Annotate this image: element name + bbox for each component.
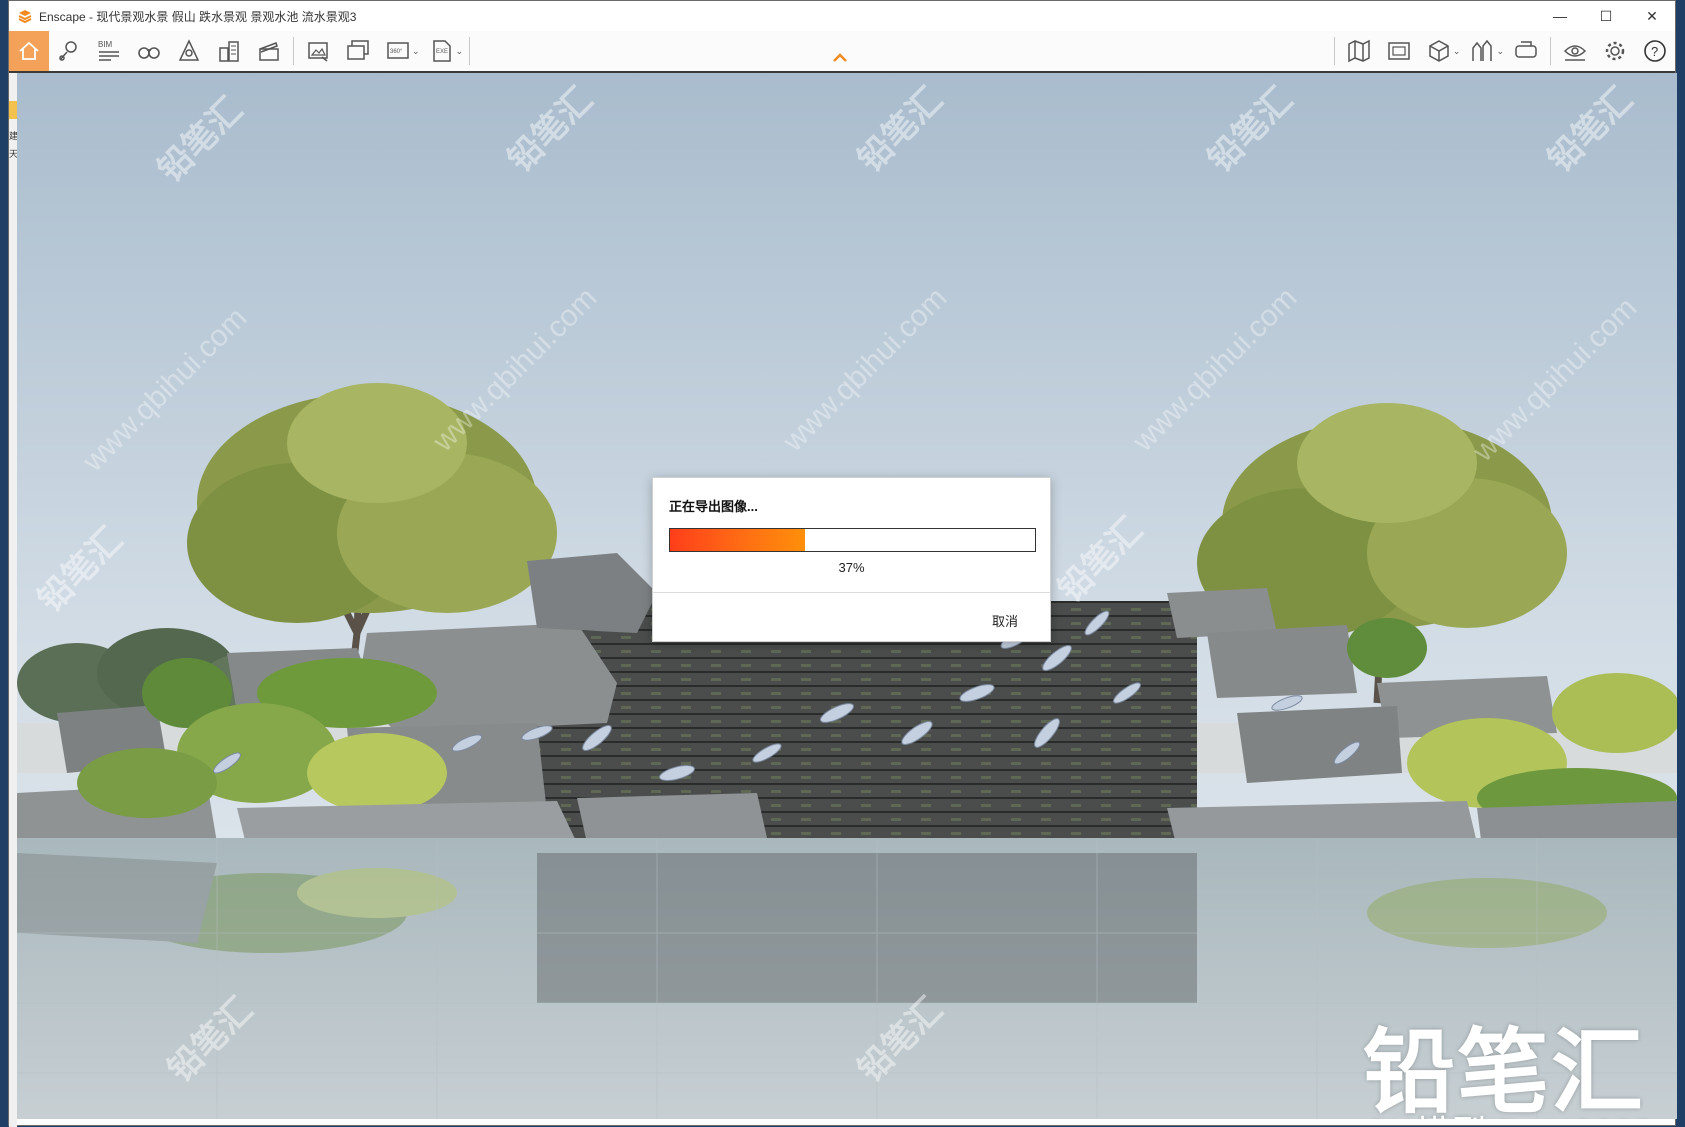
bim-info-icon: BIM (98, 40, 119, 61)
window-controls: — ☐ ✕ (1537, 1, 1675, 31)
help-button[interactable]: ? (1635, 31, 1675, 71)
asset-library-icon (1472, 39, 1493, 61)
asset-library-button[interactable] (1462, 31, 1502, 71)
orthographic-button[interactable] (169, 31, 209, 71)
progress-fill (670, 529, 806, 551)
maximize-button[interactable]: ☐ (1583, 1, 1629, 31)
brand-watermark: 铅笔汇 (1363, 1022, 1646, 1119)
panorama-icon: 360° (387, 42, 409, 59)
minimize-button[interactable]: — (1537, 1, 1583, 31)
compass-icon (178, 39, 200, 61)
export-progress-bar (669, 528, 1036, 552)
toolbar-separator (469, 37, 471, 65)
video-editor-button[interactable] (249, 31, 289, 71)
panorama-button[interactable]: 360° (378, 31, 418, 71)
site-context-button[interactable] (209, 31, 249, 71)
cube-icon (1429, 40, 1449, 62)
export-exe-icon: EXE (432, 40, 451, 62)
walk-mode-button[interactable] (129, 31, 169, 71)
material-editor-button[interactable] (1419, 31, 1459, 71)
side-marker (9, 101, 17, 119)
close-button[interactable]: ✕ (1629, 1, 1675, 31)
exe-label: EXE (436, 49, 448, 55)
settings-button[interactable] (1595, 31, 1635, 71)
buildings-icon (219, 41, 239, 62)
export-exe-button[interactable]: EXE (422, 31, 462, 71)
location-pin-icon (59, 41, 77, 61)
map-icon (1348, 39, 1370, 63)
window-title: Enscape - 现代景观水景 假山 跌水景观 景观水池 流水景观3 (39, 9, 357, 24)
dialog-divider (653, 592, 1050, 593)
clapper-icon (259, 42, 279, 61)
svg-text:?: ? (1651, 44, 1658, 59)
bim-label: BIM (98, 40, 113, 49)
home-icon (19, 41, 39, 60)
visual-settings-button[interactable] (1555, 31, 1595, 71)
vr-button[interactable] (1506, 31, 1546, 71)
batch-render-icon (347, 40, 369, 60)
bim-button[interactable]: BIM (89, 31, 129, 71)
screenshot-icon (308, 42, 328, 62)
help-icon: ? (1644, 40, 1666, 62)
cancel-button[interactable]: 取消 (992, 611, 1018, 630)
collapse-toolbar-chevron-icon[interactable] (832, 51, 848, 63)
views-button[interactable] (49, 31, 89, 71)
enscape-window: Enscape - 现代景观水景 假山 跌水景观 景观水池 流水景观3 — ☐ … (8, 0, 1677, 1127)
export-progress-dialog: 正在导出图像... 37% 取消 (652, 477, 1051, 642)
toolbar-separator (293, 37, 294, 65)
panorama-label: 360° (390, 49, 403, 55)
gallery-button[interactable] (1379, 31, 1419, 71)
enscape-logo-icon (18, 10, 32, 24)
progress-percent: 37% (838, 560, 865, 575)
toolbar-separator (1333, 37, 1335, 65)
title-bar: Enscape - 现代景观水景 假山 跌水景观 景观水池 流水景观3 — ☐ … (9, 1, 1675, 31)
dialog-title: 正在导出图像... (669, 499, 758, 514)
home-button[interactable] (9, 31, 49, 71)
screenshot-button[interactable] (298, 31, 338, 71)
vr-headset-icon (1515, 41, 1537, 58)
binoculars-icon (138, 47, 160, 59)
visual-settings-icon (1563, 45, 1587, 61)
model-id-watermark: SU模型ID:443629 (1365, 1105, 1653, 1119)
gear-icon (1605, 41, 1625, 61)
toolbar-separator (1550, 37, 1551, 65)
left-side-strip: 建 天 (9, 73, 18, 1127)
gallery-icon (1388, 42, 1410, 60)
batch-render-button[interactable] (338, 31, 378, 71)
map-button[interactable] (1339, 31, 1379, 71)
